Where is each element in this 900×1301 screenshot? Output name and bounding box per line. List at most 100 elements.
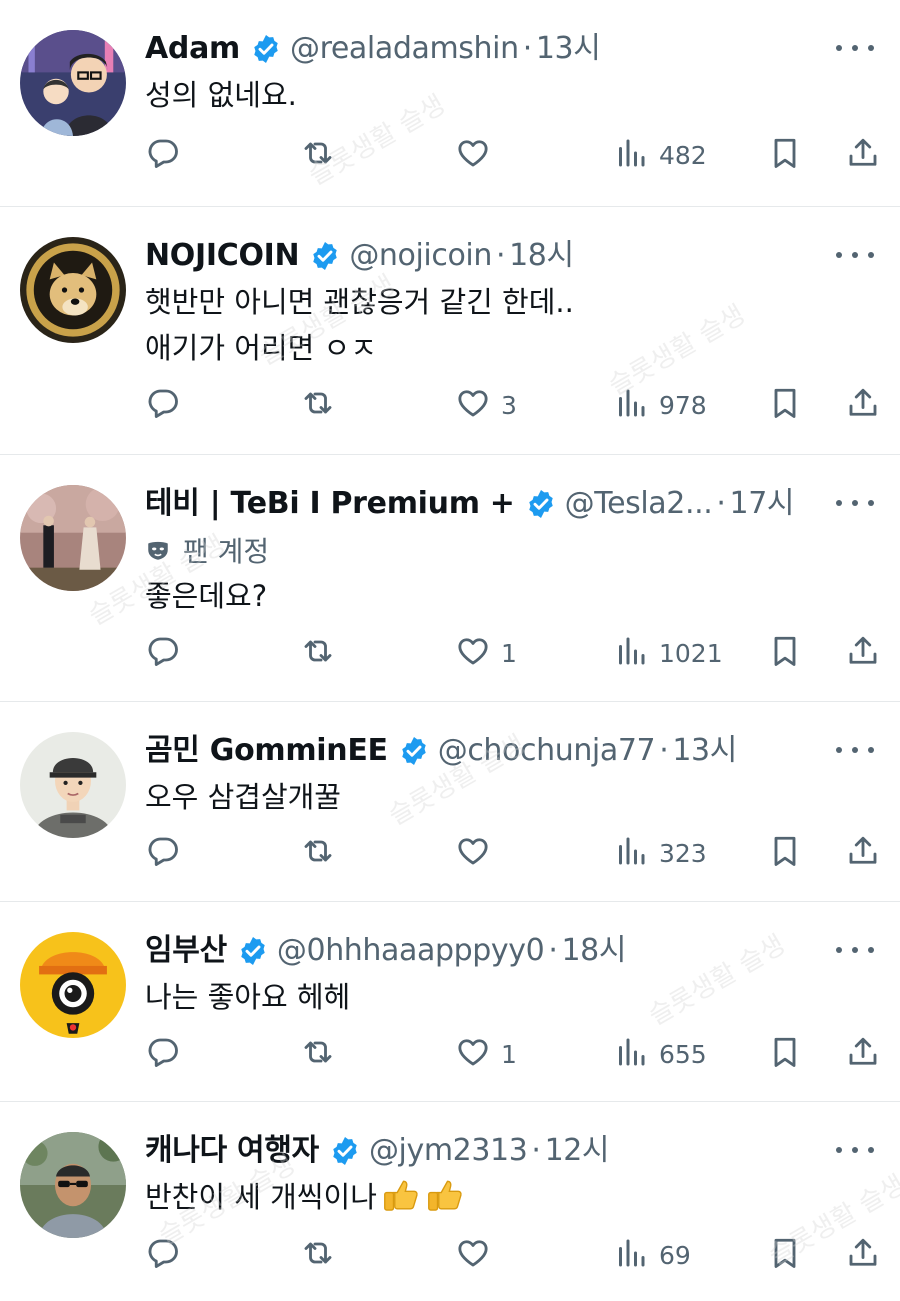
retweet-icon	[300, 135, 336, 175]
view-count: 655	[659, 1039, 707, 1069]
retweet-icon	[300, 833, 336, 873]
reply-tweet[interactable]: NOJICOIN @nojicoin · 18시 햇반만 아니면 괜찮응거 같긴…	[0, 207, 900, 455]
tweet-text: 나는 좋아요 헤헤	[145, 974, 880, 1020]
reply-button[interactable]	[145, 385, 191, 425]
bookmark-button[interactable]	[767, 1034, 803, 1074]
like-button[interactable]	[455, 135, 501, 175]
yellow-character-avatar[interactable]	[20, 932, 126, 1038]
timestamp[interactable]: 12시	[545, 1128, 610, 1174]
action-bar: 482	[145, 135, 885, 175]
display-name[interactable]: NOJICOIN	[145, 233, 300, 279]
retweet-button[interactable]	[300, 1034, 346, 1074]
bookmark-icon	[767, 1235, 803, 1275]
views-icon	[613, 385, 649, 425]
views-button[interactable]: 69	[613, 1235, 691, 1275]
bookmark-button[interactable]	[767, 833, 803, 873]
timestamp[interactable]: 18시	[509, 233, 574, 279]
retweet-button[interactable]	[300, 1235, 346, 1275]
reply-icon	[145, 385, 181, 425]
user-handle[interactable]: @chochunja77	[438, 728, 656, 774]
share-button[interactable]	[845, 1235, 881, 1275]
reply-icon	[145, 135, 181, 175]
user-handle[interactable]: @0hhhaaapppyy0	[277, 928, 545, 974]
tweet-text: 성의 없네요.	[145, 72, 880, 118]
reply-button[interactable]	[145, 135, 191, 175]
bookmark-icon	[767, 385, 803, 425]
reply-button[interactable]	[145, 1034, 191, 1074]
share-button[interactable]	[845, 1034, 881, 1074]
more-options-icon[interactable]	[836, 243, 874, 267]
like-button[interactable]: 1	[455, 633, 517, 673]
user-handle[interactable]: @jym2313	[369, 1128, 528, 1174]
display-name[interactable]: 테비 | TeBi I Premium +	[145, 481, 515, 527]
reply-tweet[interactable]: 캐나다 여행자 @jym2313 · 12시 반찬이 세 개씩이나 69	[0, 1102, 900, 1301]
like-button[interactable]	[455, 1235, 501, 1275]
display-name[interactable]: 곰민 GomminEE	[145, 728, 388, 774]
bookmark-button[interactable]	[767, 1235, 803, 1275]
like-count: 1	[501, 1039, 517, 1069]
retweet-button[interactable]	[300, 633, 346, 673]
like-count: 1	[501, 638, 517, 668]
user-handle[interactable]: @realadamshin	[290, 26, 519, 72]
share-button[interactable]	[845, 633, 881, 673]
reply-button[interactable]	[145, 833, 191, 873]
reply-tweet[interactable]: 테비 | TeBi I Premium + @Tesla2... · 17시 팬…	[0, 455, 900, 702]
man-sunglasses-avatar[interactable]	[20, 1132, 126, 1238]
bookmark-button[interactable]	[767, 633, 803, 673]
timestamp[interactable]: 17시	[730, 481, 795, 527]
display-name[interactable]: Adam	[145, 26, 240, 72]
view-count: 69	[659, 1240, 691, 1270]
timestamp[interactable]: 18시	[561, 928, 626, 974]
user-handle[interactable]: @nojicoin	[349, 233, 492, 279]
more-options-icon[interactable]	[836, 738, 874, 762]
reply-tweet[interactable]: 임부산 @0hhhaaapppyy0 · 18시 나는 좋아요 헤헤 1 655	[0, 902, 900, 1102]
reply-tweet[interactable]: 곰민 GomminEE @chochunja77 · 13시 오우 삼겹살개꿀 …	[0, 702, 900, 902]
separator-dot: ·	[659, 733, 669, 768]
timestamp[interactable]: 13시	[536, 26, 601, 72]
action-bar: 3 978	[145, 385, 885, 425]
more-options-icon[interactable]	[836, 36, 874, 60]
views-icon	[613, 1034, 649, 1074]
share-button[interactable]	[845, 833, 881, 873]
tweet-header: 임부산 @0hhhaaapppyy0 · 18시	[145, 928, 880, 974]
retweet-icon	[300, 1034, 336, 1074]
action-bar: 69	[145, 1235, 885, 1275]
retweet-button[interactable]	[300, 833, 346, 873]
reply-button[interactable]	[145, 633, 191, 673]
views-button[interactable]: 482	[613, 135, 707, 175]
cartoon-family-avatar[interactable]	[20, 30, 126, 136]
bookmark-button[interactable]	[767, 135, 803, 175]
bookmark-icon	[767, 633, 803, 673]
timestamp[interactable]: 13시	[672, 728, 737, 774]
doge-coin-avatar[interactable]	[20, 237, 126, 343]
more-options-icon[interactable]	[836, 1138, 874, 1162]
verified-badge-icon	[254, 35, 278, 63]
user-handle[interactable]: @Tesla2...	[565, 481, 713, 527]
like-button[interactable]: 1	[455, 1034, 517, 1074]
share-button[interactable]	[845, 385, 881, 425]
views-icon	[613, 633, 649, 673]
views-button[interactable]: 1021	[613, 633, 723, 673]
display-name[interactable]: 임부산	[145, 928, 227, 974]
more-options-icon[interactable]	[836, 491, 874, 515]
tweet-text-content: 성의 없네요.	[145, 78, 297, 112]
retweet-button[interactable]	[300, 135, 346, 175]
mask-icon	[148, 541, 168, 560]
couple-photo-avatar[interactable]	[20, 485, 126, 591]
views-button[interactable]: 323	[613, 833, 707, 873]
views-button[interactable]: 655	[613, 1034, 707, 1074]
display-name[interactable]: 캐나다 여행자	[145, 1128, 319, 1174]
like-button[interactable]	[455, 833, 501, 873]
reply-tweet[interactable]: Adam @realadamshin · 13시 성의 없네요. 482	[0, 0, 900, 207]
cartoon-man-cap-avatar[interactable]	[20, 732, 126, 838]
views-button[interactable]: 978	[613, 385, 707, 425]
reply-button[interactable]	[145, 1235, 191, 1275]
reply-icon	[145, 1235, 181, 1275]
retweet-button[interactable]	[300, 385, 346, 425]
more-options-icon[interactable]	[836, 938, 874, 962]
bookmark-button[interactable]	[767, 385, 803, 425]
share-button[interactable]	[845, 135, 881, 175]
like-button[interactable]: 3	[455, 385, 517, 425]
share-icon	[845, 1034, 881, 1074]
share-icon	[845, 385, 881, 425]
